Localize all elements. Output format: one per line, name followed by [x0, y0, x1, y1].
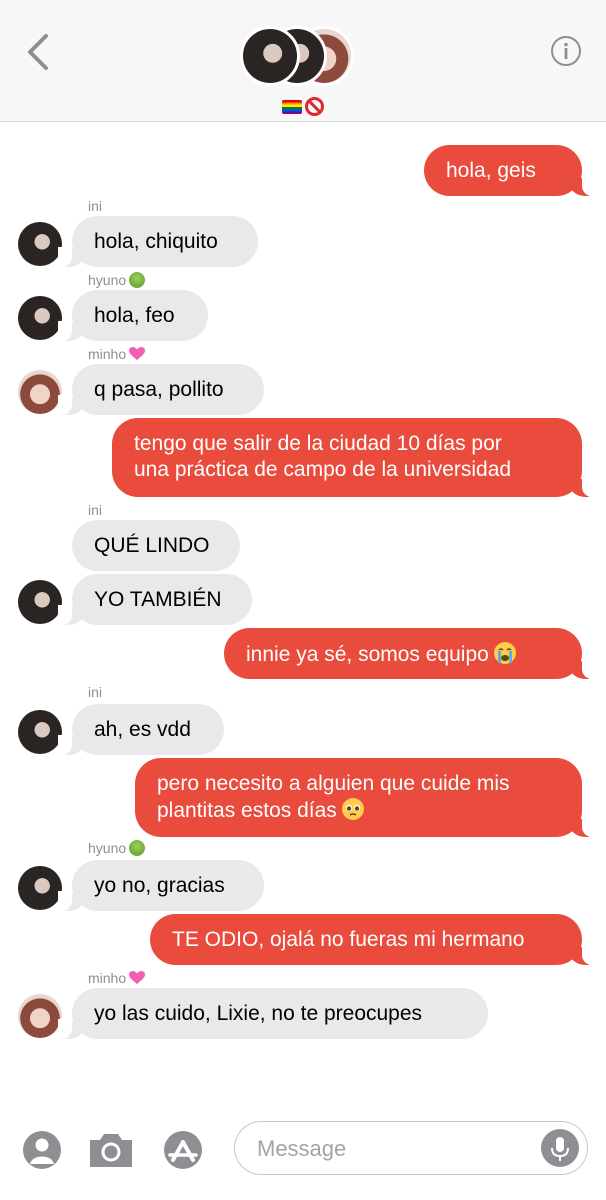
- nauseated-face-icon: [129, 272, 146, 288]
- sender-name-text: hyuno: [88, 840, 127, 856]
- sender-name: hyuno: [88, 272, 146, 288]
- pleading-face-icon: [341, 798, 364, 820]
- message-input-bar: Message: [0, 1112, 606, 1200]
- group-avatar-ini: [240, 26, 300, 86]
- loudly-crying-face-icon: [493, 642, 516, 664]
- back-chevron-icon[interactable]: [24, 32, 54, 72]
- prohibited-icon: [305, 97, 324, 117]
- rainbow-flag-icon: [282, 99, 302, 114]
- message-text: innie ya sé, somos equipo: [246, 643, 489, 666]
- avatar-minho[interactable]: [18, 370, 62, 414]
- sender-name: ini: [88, 684, 103, 700]
- group-name-emojis: [0, 96, 606, 117]
- avatar-hyuno[interactable]: [18, 866, 62, 910]
- message-bubble-incoming[interactable]: q pasa, pollito: [58, 364, 264, 415]
- message-text: hola, chiquito: [94, 230, 218, 253]
- sender-name: ini: [88, 502, 103, 518]
- message-bubble-outgoing[interactable]: innie ya sé, somos equipo: [224, 628, 596, 679]
- message-text: yo las cuido, Lixie, no te preocupes: [94, 1002, 423, 1025]
- message-text-line: pero necesito a alguien que cuide mis: [157, 772, 510, 795]
- message-bubble-incoming[interactable]: YO TAMBIÉN: [58, 574, 252, 625]
- message-bubble-incoming[interactable]: hola, chiquito: [58, 216, 258, 267]
- message-text: yo no, gracias: [94, 874, 225, 897]
- contact-icon[interactable]: [22, 1130, 62, 1175]
- avatar-ini[interactable]: [18, 222, 62, 266]
- message-text-line: una práctica de campo de la universidad: [134, 458, 512, 481]
- message-text: hola, feo: [94, 304, 175, 327]
- sender-name: ini: [88, 198, 103, 214]
- message-input[interactable]: Message: [234, 1121, 588, 1175]
- message-text-line: tengo que salir de la ciudad 10 días por: [134, 432, 502, 455]
- message-text-line: plantitas estos días: [157, 797, 560, 824]
- message-bubble-outgoing[interactable]: tengo que salir de la ciudad 10 días por…: [112, 418, 596, 497]
- message-text: TE ODIO, ojalá no fueras mi hermano: [172, 928, 525, 951]
- avatar-ini[interactable]: [18, 710, 62, 754]
- message-bubble-outgoing[interactable]: TE ODIO, ojalá no fueras mi hermano: [150, 914, 596, 965]
- microphone-icon[interactable]: [541, 1129, 579, 1167]
- message-bubble-outgoing[interactable]: hola, geis: [424, 145, 596, 196]
- message-bubble-incoming[interactable]: yo no, gracias: [58, 860, 264, 911]
- sender-name: hyuno: [88, 840, 146, 856]
- message-bubble-incoming[interactable]: QUÉ LINDO: [72, 520, 240, 571]
- nauseated-face-icon: [129, 840, 146, 856]
- avatar-ini[interactable]: [18, 580, 62, 624]
- message-text-line-content: plantitas estos días: [157, 799, 337, 822]
- avatar-hyuno[interactable]: [18, 296, 62, 340]
- app-store-icon[interactable]: [162, 1130, 204, 1175]
- message-bubble-outgoing[interactable]: pero necesito a alguien que cuide mis pl…: [135, 758, 596, 837]
- message-text: q pasa, pollito: [94, 378, 224, 401]
- sender-name-text: hyuno: [88, 272, 127, 288]
- conversation-header: [0, 0, 606, 122]
- sender-name-text: minho: [88, 970, 127, 986]
- message-thread[interactable]: hola, geis ini hola, chiquito hyuno hola…: [0, 122, 606, 1112]
- avatar-minho[interactable]: [18, 994, 62, 1038]
- sender-name: minho: [88, 970, 146, 986]
- message-bubble-incoming[interactable]: hola, feo: [58, 290, 208, 341]
- camera-icon[interactable]: [86, 1130, 136, 1175]
- sender-name: minho: [88, 346, 146, 362]
- message-bubble-incoming[interactable]: ah, es vdd: [58, 704, 224, 755]
- message-input-placeholder: Message: [257, 1136, 347, 1161]
- message-text: YO TAMBIÉN: [94, 588, 222, 611]
- sender-name-text: minho: [88, 346, 127, 362]
- message-text: hola, geis: [446, 159, 536, 182]
- message-text: ah, es vdd: [94, 718, 191, 741]
- group-avatar-stack[interactable]: [240, 26, 356, 90]
- pink-heart-icon: [129, 971, 146, 984]
- info-icon[interactable]: [550, 35, 582, 67]
- pink-heart-icon: [129, 347, 146, 360]
- message-text: QUÉ LINDO: [94, 534, 210, 557]
- message-bubble-incoming[interactable]: yo las cuido, Lixie, no te preocupes: [58, 988, 488, 1039]
